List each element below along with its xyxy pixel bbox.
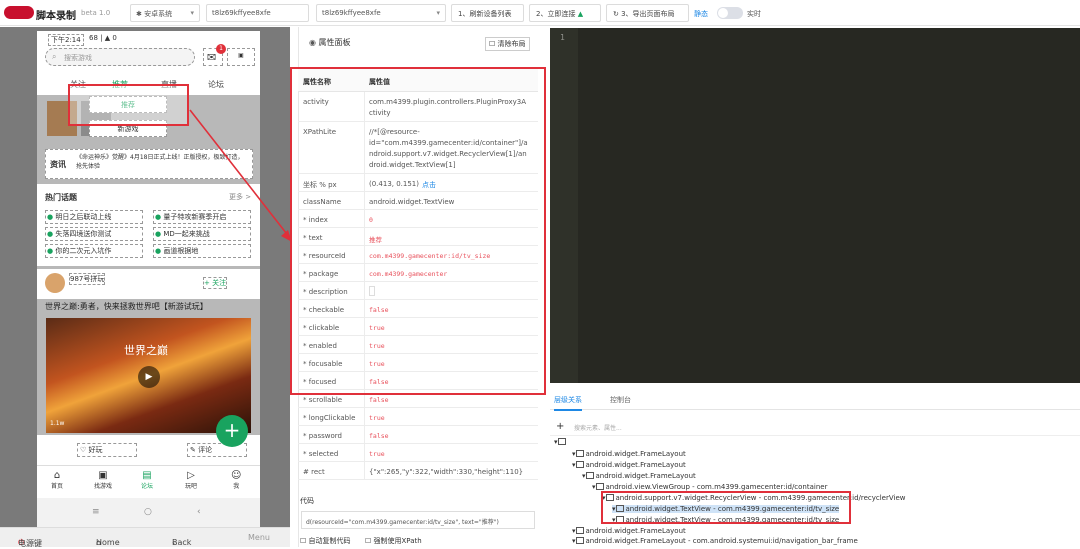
tree-node[interactable]: ▾ android.widget.FrameLayout: [582, 472, 696, 480]
code-output[interactable]: d(resourceId="com.m4399.gamecenter:id/tv…: [301, 511, 535, 529]
menu-button[interactable]: Menu: [248, 533, 270, 542]
property-value: {"x":265,"y":322,"width":330,"height":11…: [369, 468, 524, 476]
tree-highlight-box: [601, 491, 851, 524]
tree-node[interactable]: ▾: [554, 438, 568, 446]
auto-copy-checkbox[interactable]: ☐ 自动复制代码: [300, 536, 351, 546]
tab-hierarchy[interactable]: 层级关系: [554, 395, 582, 411]
property-key: # rect: [303, 468, 325, 476]
tree-node[interactable]: ▾ android.widget.FrameLayout: [572, 450, 686, 458]
tree-search-placeholder: 搜索元素、属性...: [574, 425, 622, 432]
tree-node-label: android.widget.FrameLayout: [585, 450, 686, 458]
node-icon: [585, 472, 594, 479]
property-value: false: [369, 396, 389, 404]
property-value: false: [369, 432, 389, 440]
property-highlight-box: [290, 67, 546, 395]
property-row: * longClickable true: [298, 408, 538, 426]
tree-node[interactable]: ▾ android.widget.FrameLayout - com.androi…: [572, 537, 858, 545]
tree-node-label: android.view.ViewGroup - com.m4399.gamec…: [605, 483, 828, 491]
line-number: 1: [560, 33, 565, 42]
tree-node[interactable]: ▾ android.widget.FrameLayout: [572, 527, 686, 535]
tree-node-label: android.widget.FrameLayout - com.android…: [585, 537, 858, 545]
code-label: 代码: [300, 497, 314, 505]
tab-console[interactable]: 控制台: [610, 395, 631, 405]
property-row: * password false: [298, 426, 538, 444]
checkbox-icon: ☐: [489, 40, 498, 48]
bottom-panel-tabs: 层级关系 控制台: [550, 388, 1080, 411]
tree-node-label: android.widget.FrameLayout: [595, 472, 696, 480]
add-icon[interactable]: +: [556, 421, 564, 432]
radio-icon: ◉: [309, 38, 319, 47]
force-xpath-checkbox[interactable]: ☐ 强制使用XPath: [365, 536, 422, 546]
checkbox-icon: ☐: [365, 537, 374, 545]
tree-node-label: android.widget.FrameLayout: [585, 461, 686, 469]
editor-gutter: 1: [550, 28, 578, 383]
property-key: * password: [303, 432, 342, 440]
property-value: true: [369, 414, 385, 422]
clear-layout-button[interactable]: ☐ 清除布局: [485, 37, 530, 51]
property-key: * longClickable: [303, 414, 356, 422]
checkbox-icon: ☐: [300, 537, 309, 545]
node-icon: [595, 483, 604, 490]
tree-node[interactable]: ▾ android.widget.FrameLayout: [572, 461, 686, 469]
node-icon: [575, 527, 584, 534]
property-key: * selected: [303, 450, 339, 458]
node-icon: [575, 450, 584, 457]
property-row: # rect {"x":265,"y":322,"width":330,"heig…: [298, 462, 538, 480]
property-value: true: [369, 450, 385, 458]
code-editor[interactable]: 1: [550, 28, 1080, 383]
node-icon: [557, 438, 566, 445]
node-icon: [575, 537, 584, 544]
tree-node-label: android.widget.FrameLayout: [585, 527, 686, 535]
property-row: * selected true: [298, 444, 538, 462]
property-key: * scrollable: [303, 396, 343, 404]
node-icon: [575, 461, 584, 468]
device-control-bar: ⏻ 电源键 ⌂ Home ‹ Back Menu: [0, 527, 290, 548]
tree-node[interactable]: ▾ android.view.ViewGroup - com.m4399.game…: [592, 483, 827, 491]
property-panel-title: ◉ 属性面板: [309, 38, 351, 47]
tree-search[interactable]: + 搜索元素、属性...: [550, 420, 1080, 436]
